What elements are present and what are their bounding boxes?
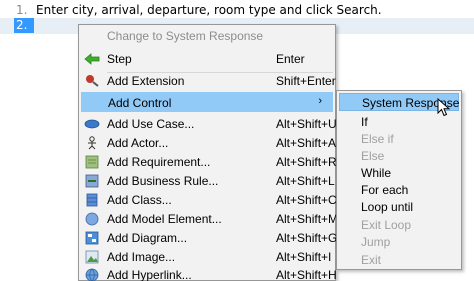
menu-item-shortcut: Alt+Shift+M (276, 212, 339, 226)
class-icon (84, 193, 100, 207)
menu-item-change-to-system-response: Change to System Response (81, 26, 333, 46)
menu-item-shortcut: Alt+Shift+A (276, 136, 337, 150)
submenu-item-else-if: Else if (339, 130, 459, 148)
menu-item-shortcut: Enter (276, 52, 305, 66)
menu-item-add-actor[interactable]: Add Actor... Alt+Shift+A (81, 133, 337, 153)
line-number-selected: 2. (14, 18, 34, 33)
mouse-pointer-icon (437, 97, 451, 118)
menu-item-shortcut: Alt+Shift+C (276, 193, 337, 207)
menu-item-label: Add Requirement... (107, 155, 211, 169)
menu-item-add-diagram[interactable]: Add Diagram... Alt+Shift+G (81, 228, 337, 248)
menu-item-shortcut: Alt+Shift+G (276, 231, 338, 245)
line-number: 1. (16, 3, 28, 17)
menu-item-shortcut: Alt+Shift+H (276, 268, 337, 281)
use-case-icon (84, 117, 100, 131)
image-icon (84, 250, 100, 264)
menu-item-add-model-element[interactable]: Add Model Element... Alt+Shift+M (81, 209, 338, 229)
submenu-item-else: Else (339, 147, 459, 165)
menu-item-add-use-case[interactable]: Add Use Case... Alt+Shift+U (81, 114, 337, 134)
submenu-item-while[interactable]: While (339, 164, 459, 182)
submenu-item-label: Else if (361, 132, 394, 146)
menu-item-add-business-rule[interactable]: Add Business Rule... Alt+Shift+L (81, 171, 335, 191)
menu-item-label: Add Hyperlink... (107, 268, 192, 281)
menu-item-add-class[interactable]: Add Class... Alt+Shift+C (81, 190, 337, 210)
diagram-icon (84, 231, 100, 245)
submenu-item-loop-until[interactable]: Loop until (339, 198, 459, 216)
submenu-item-label: For each (361, 183, 409, 197)
menu-item-label: Add Control (108, 96, 172, 110)
submenu-item-jump: Jump (339, 233, 459, 251)
submenu-item-label: Else (361, 149, 385, 163)
menu-item-add-image[interactable]: Add Image... Alt+Shift+I (81, 247, 333, 267)
menu-item-add-extension[interactable]: Add Extension Shift+Enter (81, 71, 336, 91)
submenu-item-label: Loop until (361, 200, 414, 214)
menu-item-label: Add Class... (107, 193, 172, 207)
submenu-item-label: Exit (361, 253, 382, 267)
menu-item-shortcut: Alt+Shift+R (276, 155, 337, 169)
menu-item-add-requirement[interactable]: Add Requirement... Alt+Shift+R (81, 152, 337, 172)
menu-item-label: Add Diagram... (107, 231, 188, 245)
green-arrow-icon (84, 52, 100, 66)
extension-icon (84, 74, 100, 88)
submenu-item-label: While (361, 166, 392, 180)
menu-item-label: Add Extension (107, 74, 185, 88)
menu-item-label: Add Image... (107, 250, 176, 264)
menu-item-label: Change to System Response (107, 29, 264, 43)
hyperlink-icon (84, 268, 100, 281)
menu-item-label: Add Business Rule... (107, 174, 219, 188)
menu-item-add-control[interactable]: Add Control › (81, 92, 333, 112)
submenu-item-label: If (361, 115, 368, 129)
menu-item-label: Add Use Case... (107, 117, 195, 131)
menu-item-label: Add Actor... (107, 136, 169, 150)
menu-item-label: Add Model Element... (107, 212, 222, 226)
step-text[interactable]: Enter city, arrival, departure, room typ… (36, 3, 382, 17)
menu-item-add-hyperlink[interactable]: Add Hyperlink... Alt+Shift+H (81, 265, 337, 281)
requirement-icon (84, 155, 100, 169)
submenu-item-label: Exit Loop (361, 218, 412, 232)
actor-icon (84, 136, 100, 150)
menu-item-label: Step (107, 52, 132, 66)
menu-item-step[interactable]: Step Enter (81, 49, 333, 69)
editor-line-1[interactable]: 1. Enter city, arrival, departure, room … (0, 2, 474, 18)
menu-item-shortcut: Alt+Shift+L (276, 174, 335, 188)
submenu-arrow-icon: › (318, 95, 322, 107)
submenu-item-exit: Exit (339, 251, 459, 269)
business-rule-icon (84, 174, 100, 188)
submenu-item-label: Jump (361, 235, 391, 249)
context-menu: Change to System Response Step Enter Add… (78, 24, 338, 281)
submenu-item-exit-loop: Exit Loop (339, 216, 459, 234)
submenu-item-for-each[interactable]: For each (339, 181, 459, 199)
menu-item-shortcut: Alt+Shift+I (276, 250, 332, 264)
menu-item-shortcut: Alt+Shift+U (276, 117, 337, 131)
model-element-icon (84, 212, 100, 226)
menu-item-shortcut: Shift+Enter (276, 74, 336, 88)
